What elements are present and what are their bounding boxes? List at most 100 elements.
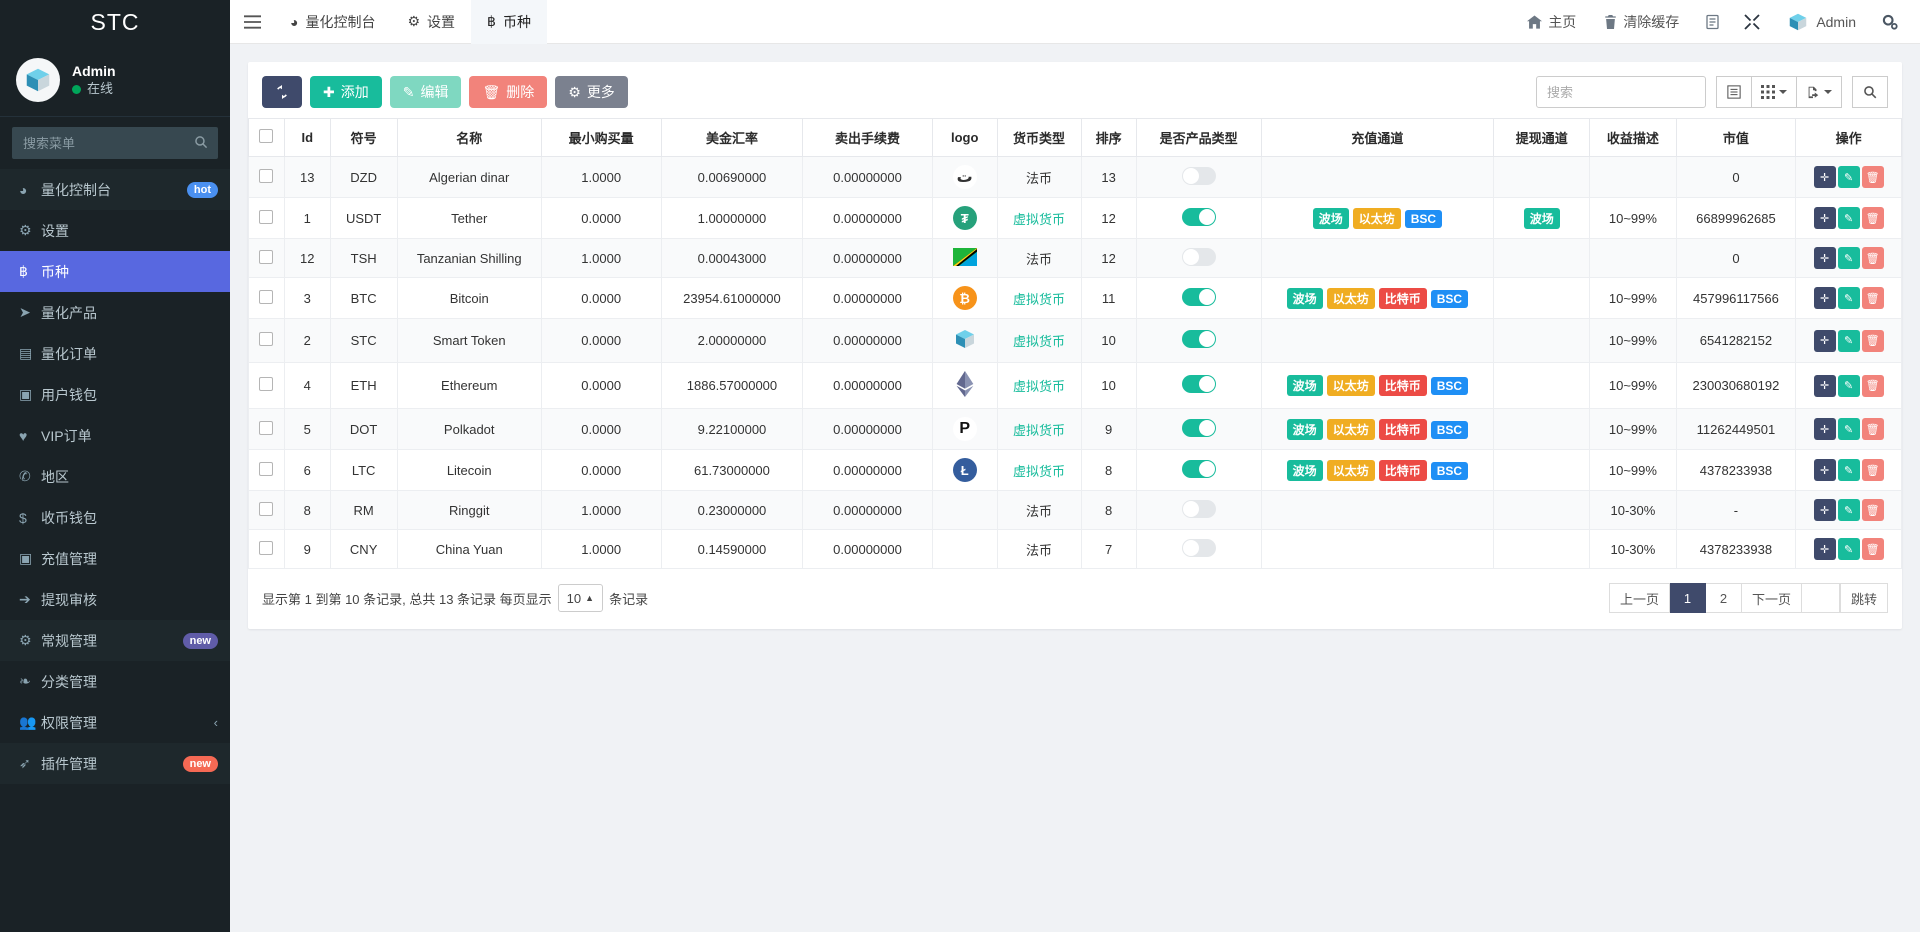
sidebar-link-13[interactable]: ❧分类管理 [0, 661, 230, 702]
sidebar-link-10[interactable]: ▣充值管理 [0, 538, 230, 579]
row-checkbox[interactable] [259, 290, 273, 304]
recharge-channel-tag[interactable]: 比特币 [1379, 375, 1427, 396]
row-edit-button[interactable]: ✎ [1838, 287, 1860, 309]
sidebar-link-15[interactable]: ➶插件管理new [0, 743, 230, 784]
tab-2[interactable]: ⚙设置 [391, 0, 471, 44]
row-delete-button[interactable]: 🗑 [1862, 418, 1884, 440]
row-checkbox[interactable] [259, 210, 273, 224]
table-row[interactable]: 9CNYChina Yuan1.00000.145900000.00000000… [249, 530, 1902, 569]
sidebar-item-14[interactable]: 👥权限管理‹ [0, 702, 230, 743]
product-type-toggle[interactable] [1182, 330, 1216, 348]
row-move-button[interactable]: ✛ [1814, 538, 1836, 560]
refresh-button[interactable] [262, 76, 302, 108]
row-delete-button[interactable]: 🗑 [1862, 247, 1884, 269]
delete-button[interactable]: 🗑 删除 [469, 76, 547, 108]
sidebar-item-12[interactable]: ⚙常规管理new [0, 620, 230, 661]
row-move-button[interactable]: ✛ [1814, 330, 1836, 352]
page-button-2[interactable]: 2 [1706, 583, 1742, 613]
recharge-channel-tag[interactable]: 波场 [1287, 460, 1323, 481]
sidebar-item-3[interactable]: ฿币种 [0, 251, 230, 292]
recharge-channel-tag[interactable]: 波场 [1287, 419, 1323, 440]
sidebar-item-2[interactable]: ⚙设置 [0, 210, 230, 251]
row-edit-button[interactable]: ✎ [1838, 538, 1860, 560]
product-type-toggle[interactable] [1182, 208, 1216, 226]
table-row[interactable]: 12TSHTanzanian Shilling1.00000.000430000… [249, 239, 1902, 278]
sidebar-item-7[interactable]: ♥VIP订单 [0, 415, 230, 456]
brand-title[interactable]: STC [0, 0, 230, 44]
jump-button[interactable]: 跳转 [1840, 583, 1888, 613]
row-delete-button[interactable]: 🗑 [1862, 499, 1884, 521]
row-move-button[interactable]: ✛ [1814, 247, 1836, 269]
row-edit-button[interactable]: ✎ [1838, 330, 1860, 352]
sidebar-link-14[interactable]: 👥权限管理‹ [0, 702, 230, 743]
recharge-channel-tag[interactable]: 以太坊 [1327, 375, 1375, 396]
table-row[interactable]: 13DZDAlgerian dinar1.00000.006900000.000… [249, 157, 1902, 198]
sidebar-item-8[interactable]: ✆地区 [0, 456, 230, 497]
sidebar-item-4[interactable]: ➤量化产品 [0, 292, 230, 333]
product-type-toggle[interactable] [1182, 460, 1216, 478]
sidebar-search-input[interactable] [13, 128, 217, 158]
sidebar-link-9[interactable]: $收币钱包 [0, 497, 230, 538]
table-row[interactable]: 5DOTPolkadot0.00009.221000000.00000000P虚… [249, 409, 1902, 450]
table-row[interactable]: 8RMRinggit1.00000.230000000.00000000法币81… [249, 491, 1902, 530]
sidebar-item-9[interactable]: $收币钱包 [0, 497, 230, 538]
sidebar-link-4[interactable]: ➤量化产品 [0, 292, 230, 333]
recharge-channel-tag[interactable]: 比特币 [1379, 460, 1427, 481]
sidebar-item-13[interactable]: ❧分类管理 [0, 661, 230, 702]
sidebar-link-3[interactable]: ฿币种 [0, 251, 230, 292]
sidebar-link-5[interactable]: ▤量化订单 [0, 333, 230, 374]
topbar-clear-cache-button[interactable]: 清除缓存 [1590, 0, 1693, 44]
row-checkbox[interactable] [259, 250, 273, 264]
product-type-toggle[interactable] [1182, 248, 1216, 266]
row-move-button[interactable]: ✛ [1814, 207, 1836, 229]
row-edit-button[interactable]: ✎ [1838, 499, 1860, 521]
sidebar-item-10[interactable]: ▣充值管理 [0, 538, 230, 579]
sidebar-link-11[interactable]: ➔提现审核 [0, 579, 230, 620]
withdraw-channel-tag[interactable]: 波场 [1524, 208, 1560, 229]
sidebar-item-1[interactable]: ◕量化控制台hot [0, 169, 230, 210]
row-checkbox[interactable] [259, 462, 273, 476]
recharge-channel-tag[interactable]: BSC [1431, 290, 1468, 308]
table-row[interactable]: 6LTCLitecoin0.000061.730000000.00000000Ł… [249, 450, 1902, 491]
sidebar-item-11[interactable]: ➔提现审核 [0, 579, 230, 620]
page-size-select[interactable]: 10 ▲ [558, 584, 603, 612]
product-type-toggle[interactable] [1182, 419, 1216, 437]
search-icon[interactable] [194, 135, 208, 152]
row-delete-button[interactable]: 🗑 [1862, 459, 1884, 481]
next-page-button[interactable]: 下一页 [1742, 583, 1802, 613]
row-move-button[interactable]: ✛ [1814, 166, 1836, 188]
product-type-toggle[interactable] [1182, 539, 1216, 557]
recharge-channel-tag[interactable]: BSC [1431, 462, 1468, 480]
hamburger-icon[interactable] [230, 0, 274, 44]
recharge-channel-tag[interactable]: 以太坊 [1353, 208, 1401, 229]
recharge-channel-tag[interactable]: 比特币 [1379, 288, 1427, 309]
recharge-channel-tag[interactable]: 波场 [1287, 375, 1323, 396]
row-checkbox[interactable] [259, 421, 273, 435]
search-input[interactable] [1536, 76, 1706, 108]
add-button[interactable]: ✚ 添加 [310, 76, 382, 108]
recharge-channel-tag[interactable]: 波场 [1313, 208, 1349, 229]
topbar-user-button[interactable]: Admin [1772, 0, 1870, 44]
select-all-checkbox[interactable] [259, 129, 273, 143]
jump-input[interactable] [1802, 583, 1840, 613]
row-delete-button[interactable]: 🗑 [1862, 538, 1884, 560]
row-move-button[interactable]: ✛ [1814, 375, 1836, 397]
row-delete-button[interactable]: 🗑 [1862, 330, 1884, 352]
row-checkbox[interactable] [259, 169, 273, 183]
sidebar-item-15[interactable]: ➶插件管理new [0, 743, 230, 784]
row-move-button[interactable]: ✛ [1814, 287, 1836, 309]
page-button-1[interactable]: 1 [1670, 583, 1706, 613]
row-move-button[interactable]: ✛ [1814, 418, 1836, 440]
table-row[interactable]: 2STCSmart Token0.00002.000000000.0000000… [249, 319, 1902, 363]
row-delete-button[interactable]: 🗑 [1862, 287, 1884, 309]
row-checkbox[interactable] [259, 541, 273, 555]
row-checkbox[interactable] [259, 377, 273, 391]
row-move-button[interactable]: ✛ [1814, 459, 1836, 481]
row-edit-button[interactable]: ✎ [1838, 418, 1860, 440]
export-icon[interactable] [1797, 76, 1842, 108]
sidebar-link-2[interactable]: ⚙设置 [0, 210, 230, 251]
row-checkbox[interactable] [259, 332, 273, 346]
sidebar-link-7[interactable]: ♥VIP订单 [0, 415, 230, 456]
avatar[interactable] [16, 58, 60, 102]
product-type-toggle[interactable] [1182, 288, 1216, 306]
